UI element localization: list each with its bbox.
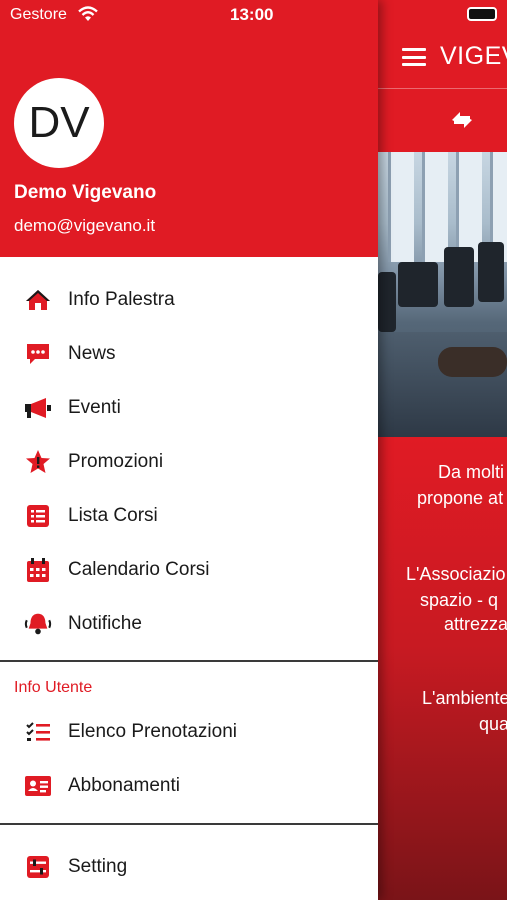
bg-text-line: propone at (417, 488, 504, 508)
section-title-info-utente: Info Utente (14, 679, 93, 696)
menu-item-info-palestra[interactable]: Info Palestra (0, 273, 378, 327)
swap-arrows-icon[interactable] (446, 106, 478, 134)
home-icon (24, 287, 52, 313)
id-card-icon (24, 773, 52, 799)
menu-item-eventi[interactable]: Eventi (0, 381, 378, 435)
gym-photo (378, 152, 507, 437)
user-name: Demo Vigevano (14, 182, 157, 203)
checklist-icon (24, 719, 52, 745)
bg-text-line: attrezza (444, 614, 507, 634)
menu-divider (0, 660, 378, 662)
star-badge-icon (24, 449, 52, 475)
user-email: demo@vigevano.it (14, 216, 156, 235)
status-time: 13:00 (230, 5, 274, 24)
carrier-name: Gestore (10, 6, 67, 23)
menu-item-label: Info Palestra (68, 289, 175, 310)
hamburger-menu-icon[interactable] (402, 48, 426, 66)
avatar[interactable]: DV (14, 78, 104, 168)
bg-text-line: L'ambiente (422, 688, 507, 708)
menu-item-elenco-prenotazioni[interactable]: Elenco Prenotazioni (0, 705, 378, 759)
bg-text-line: Da molti (438, 462, 505, 482)
bell-icon (24, 611, 52, 637)
status-bar: Gestore 13:00 (0, 0, 507, 30)
menu-item-news[interactable]: News (0, 327, 378, 381)
background-header-divider (378, 88, 507, 89)
chat-icon (24, 341, 52, 367)
menu-item-label: Elenco Prenotazioni (68, 721, 237, 742)
bg-text-line: qua (479, 714, 507, 734)
navigation-drawer: DV Demo Vigevano demo@vigevano.it Info P… (0, 0, 378, 900)
menu-item-abbonamenti[interactable]: Abbonamenti (0, 759, 378, 813)
menu-item-label: Notifiche (68, 613, 142, 634)
menu-item-lista-corsi[interactable]: Lista Corsi (0, 489, 378, 543)
list-icon (24, 503, 52, 529)
calendar-icon (24, 557, 52, 583)
bg-text-line: L'Associazio (406, 564, 506, 584)
drawer-header: DV Demo Vigevano demo@vigevano.it (0, 0, 378, 257)
menu-item-promozioni[interactable]: Promozioni (0, 435, 378, 489)
menu-item-label: News (68, 343, 116, 364)
battery-icon (467, 7, 497, 21)
menu-item-label: Abbonamenti (68, 775, 180, 796)
megaphone-icon (24, 395, 52, 421)
background-app-title: VIGEV (440, 42, 507, 70)
background-content: Da molti propone at L'Associazio spazio … (378, 437, 507, 900)
menu-item-calendario-corsi[interactable]: Calendario Corsi (0, 543, 378, 597)
menu-item-label: Calendario Corsi (68, 559, 210, 580)
menu-divider (0, 823, 378, 825)
wifi-icon (78, 6, 98, 22)
bg-text-line: spazio - q (420, 590, 499, 610)
menu-item-label: Setting (68, 856, 128, 877)
menu-item-notifiche[interactable]: Notifiche (0, 597, 378, 651)
menu-item-label: Lista Corsi (68, 505, 158, 526)
menu-item-setting[interactable]: Setting (0, 840, 378, 894)
menu-item-label: Promozioni (68, 451, 164, 472)
settings-icon (24, 854, 52, 880)
menu-item-label: Eventi (68, 397, 121, 418)
